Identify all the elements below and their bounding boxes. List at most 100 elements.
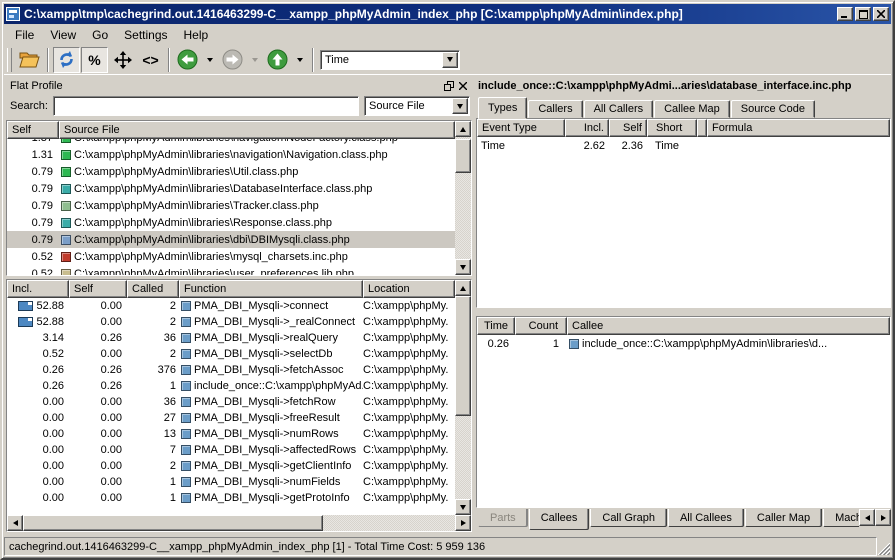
scrollbar-thumb[interactable] <box>455 296 471 416</box>
tab-callee-map[interactable]: Callee Map <box>654 100 730 118</box>
self-value: 1.37 <box>7 139 59 144</box>
function-row[interactable]: 0.520.002PMA_DBI_Mysqli->selectDbC:\xamp… <box>7 346 455 362</box>
function-row[interactable]: 0.000.001PMA_DBI_Mysqli->getProtoInfoC:\… <box>7 490 455 506</box>
function-row[interactable]: 0.000.0013PMA_DBI_Mysqli->numRowsC:\xamp… <box>7 426 455 442</box>
source-file-row[interactable]: 0.79C:\xampp\phpMyAdmin\libraries\Respon… <box>7 214 455 231</box>
chevron-down-icon[interactable] <box>442 52 458 68</box>
tab-callers[interactable]: Callers <box>528 100 582 118</box>
source-file-row[interactable]: 0.52C:\xampp\phpMyAdmin\libraries\mysql_… <box>7 248 455 265</box>
callee-cell: include_once::C:\xampp\phpMyAdmin\librar… <box>567 338 890 350</box>
back-button[interactable] <box>174 47 201 73</box>
function-row[interactable]: 0.000.0036PMA_DBI_Mysqli->fetchRowC:\xam… <box>7 394 455 410</box>
function-cell: PMA_DBI_Mysqli->_realConnect <box>179 316 363 328</box>
forward-button[interactable] <box>219 47 246 73</box>
toolbar-handle[interactable] <box>7 48 12 72</box>
event-type-row[interactable]: Time2.622.36Time <box>477 137 890 155</box>
column-header-incl[interactable]: Incl. <box>7 280 69 298</box>
function-list-hscrollbar[interactable] <box>7 515 471 531</box>
tab-types[interactable]: Types <box>478 97 527 119</box>
scroll-right-button[interactable] <box>455 515 471 531</box>
source-file-row[interactable]: 1.37C:\xampp\phpMyAdmin\libraries\naviga… <box>7 139 455 146</box>
source-file-row[interactable]: 1.31C:\xampp\phpMyAdmin\libraries\naviga… <box>7 146 455 163</box>
cycle-grouping-button[interactable] <box>53 47 80 73</box>
scroll-up-button[interactable] <box>455 121 471 137</box>
resize-grip[interactable] <box>877 537 891 556</box>
function-row[interactable]: 0.000.001PMA_DBI_Mysqli->numFieldsC:\xam… <box>7 474 455 490</box>
scroll-up-button[interactable] <box>455 280 471 296</box>
scroll-left-button[interactable] <box>7 515 23 531</box>
function-row[interactable]: 0.000.002PMA_DBI_Mysqli->getClientInfoC:… <box>7 458 455 474</box>
search-input[interactable] <box>53 96 359 116</box>
column-header-function[interactable]: Function <box>179 280 363 298</box>
scroll-down-button[interactable] <box>455 499 471 515</box>
forward-dropdown-button[interactable] <box>247 47 263 73</box>
menu-item-go[interactable]: Go <box>84 25 116 45</box>
open-button[interactable] <box>16 47 43 73</box>
function-row[interactable]: 0.260.26376PMA_DBI_Mysqli->fetchAssocC:\… <box>7 362 455 378</box>
location-value: C:\xampp\phpMy. <box>363 428 455 440</box>
source-file-row[interactable]: 0.52C:\xampp\phpMyAdmin\libraries\user_p… <box>7 265 455 275</box>
back-dropdown-button[interactable] <box>202 47 218 73</box>
source-file-row[interactable]: 0.79C:\xampp\phpMyAdmin\libraries\dbi\DB… <box>7 231 455 248</box>
source-file-row[interactable]: 0.79C:\xampp\phpMyAdmin\libraries\Databa… <box>7 180 455 197</box>
menu-item-file[interactable]: File <box>7 25 42 45</box>
source-file-row[interactable]: 0.79C:\xampp\phpMyAdmin\libraries\Tracke… <box>7 197 455 214</box>
function-row[interactable]: 0.000.007PMA_DBI_Mysqli->affectedRowsC:\… <box>7 442 455 458</box>
tab-scroll-left-button[interactable] <box>859 509 875 526</box>
source-file-row[interactable]: 0.79C:\xampp\phpMyAdmin\libraries\Util.c… <box>7 163 455 180</box>
scrollbar-thumb[interactable] <box>455 139 471 173</box>
column-header-self[interactable]: Self <box>69 280 127 298</box>
maximize-button[interactable] <box>855 7 871 21</box>
function-row[interactable]: 52.880.002PMA_DBI_Mysqli->connectC:\xamp… <box>7 298 455 314</box>
file-list-vscrollbar[interactable] <box>455 121 471 275</box>
tab-scroll-right-button[interactable] <box>875 509 891 526</box>
menu-item-help[interactable]: Help <box>176 25 217 45</box>
column-header-callee[interactable]: Callee <box>567 317 890 335</box>
column-header-source-file[interactable]: Source File <box>59 121 455 139</box>
search-label: Search: <box>10 100 48 112</box>
minimize-button[interactable] <box>837 7 853 21</box>
column-header-short[interactable]: Short <box>647 119 697 137</box>
column-header-spacer[interactable] <box>697 119 707 137</box>
tab-all-callers[interactable]: All Callers <box>584 100 654 118</box>
menu-item-settings[interactable]: Settings <box>116 25 175 45</box>
percentage-button[interactable]: % <box>81 47 108 73</box>
bottom-tab-parts[interactable]: Parts <box>478 509 528 527</box>
column-header-called[interactable]: Called <box>127 280 179 298</box>
dock-title-bar[interactable]: Flat Profile <box>6 77 472 94</box>
close-button[interactable] <box>873 7 889 21</box>
scrollbar-thumb[interactable] <box>23 515 323 531</box>
column-header-count[interactable]: Count <box>515 317 567 335</box>
bottom-tab-call-graph[interactable]: Call Graph <box>590 509 667 527</box>
bottom-tab-callees[interactable]: Callees <box>529 509 590 530</box>
column-header-incl[interactable]: Incl. <box>565 119 609 137</box>
chevron-down-icon[interactable] <box>452 98 468 114</box>
function-row[interactable]: 0.000.0027PMA_DBI_Mysqli->freeResultC:\x… <box>7 410 455 426</box>
function-row[interactable]: 52.880.002PMA_DBI_Mysqli->_realConnectC:… <box>7 314 455 330</box>
column-header-formula[interactable]: Formula <box>707 119 890 137</box>
bottom-tab-all-callees[interactable]: All Callees <box>668 509 744 527</box>
incl-value: 3.14 <box>43 332 64 344</box>
function-row[interactable]: 3.140.2636PMA_DBI_Mysqli->realQueryC:\xa… <box>7 330 455 346</box>
column-header-event-type[interactable]: Event Type <box>477 119 565 137</box>
function-row[interactable]: 0.260.261include_once::C:\xampp\phpMyAd.… <box>7 378 455 394</box>
bottom-tab-caller-map[interactable]: Caller Map <box>745 509 822 527</box>
tab-source-code[interactable]: Source Code <box>731 100 815 118</box>
expand-areas-button[interactable] <box>109 47 136 73</box>
function-list-vscrollbar[interactable] <box>455 280 471 515</box>
relative-cost-button[interactable]: <> <box>137 47 164 73</box>
float-panel-button[interactable] <box>442 79 456 92</box>
column-header-time[interactable]: Time <box>477 317 515 335</box>
column-header-self[interactable]: Self <box>609 119 647 137</box>
event-type-combobox[interactable]: Time <box>320 50 460 70</box>
bottom-tab-machine[interactable]: Machine <box>823 509 859 527</box>
callee-row[interactable]: 0.261include_once::C:\xampp\phpMyAdmin\l… <box>477 335 890 353</box>
grouping-combobox[interactable]: Source File <box>364 96 470 116</box>
close-panel-button[interactable] <box>456 79 470 92</box>
column-header-location[interactable]: Location <box>363 280 455 298</box>
up-dropdown-button[interactable] <box>292 47 308 73</box>
column-header-self[interactable]: Self <box>7 121 59 139</box>
up-button[interactable] <box>264 47 291 73</box>
menu-item-view[interactable]: View <box>42 25 84 45</box>
scroll-down-button[interactable] <box>455 259 471 275</box>
